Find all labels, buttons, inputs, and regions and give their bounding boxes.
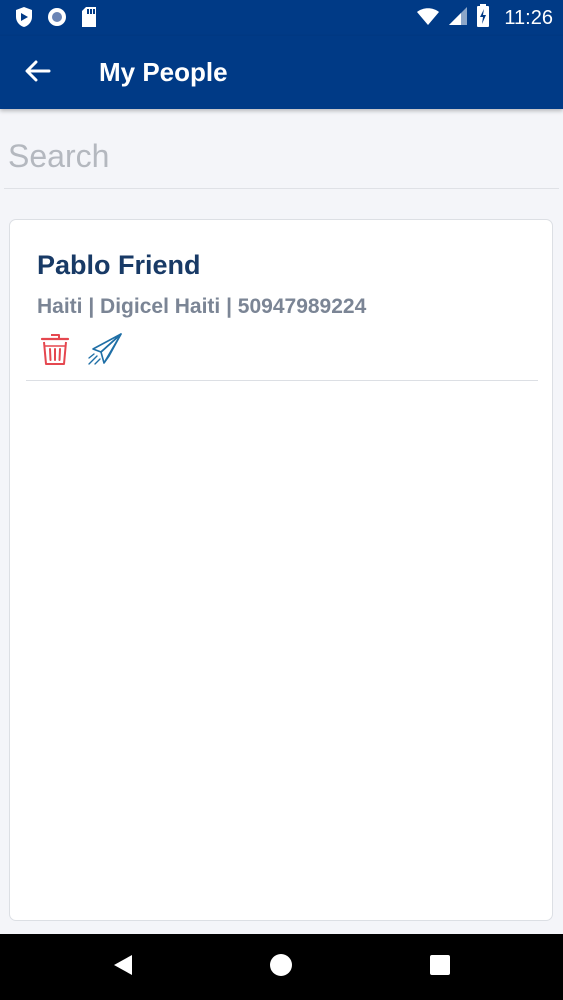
home-circle-icon: [269, 953, 293, 982]
sd-card-icon: [80, 6, 98, 33]
system-nav-bar: [0, 934, 563, 1000]
recents-square-icon: [429, 954, 451, 981]
search-input[interactable]: [8, 132, 548, 180]
delete-button[interactable]: [37, 333, 73, 369]
search-bar: [4, 128, 559, 189]
arrow-left-icon: [25, 60, 51, 87]
send-button[interactable]: [87, 332, 123, 371]
nav-back-button[interactable]: [107, 951, 139, 983]
back-triangle-icon: [112, 953, 134, 982]
nav-home-button[interactable]: [265, 951, 297, 983]
app-bar: My People: [0, 36, 563, 109]
circle-notification-icon: [46, 6, 68, 33]
person-details: Haiti | Digicel Haiti | 50947989224: [37, 295, 367, 318]
trash-icon: [40, 332, 70, 371]
status-bar: 11:26: [0, 0, 563, 36]
person-name: Pablo Friend: [37, 250, 201, 280]
status-left-icons: [14, 6, 98, 33]
battery-charging-icon: [476, 4, 490, 33]
page-title: My People: [99, 57, 228, 87]
status-right-icons: 11:26: [416, 4, 553, 33]
signal-icon: [448, 6, 468, 31]
nav-recents-button[interactable]: [424, 951, 456, 983]
status-time: 11:26: [504, 7, 553, 29]
person-actions: [37, 332, 123, 371]
shield-notification-icon: [14, 6, 34, 33]
wifi-icon: [416, 6, 440, 31]
people-list-card: Pablo Friend Haiti | Digicel Haiti | 509…: [9, 219, 553, 921]
back-button[interactable]: [18, 55, 58, 91]
paper-plane-icon: [87, 332, 123, 371]
list-item[interactable]: Pablo Friend Haiti | Digicel Haiti | 509…: [26, 220, 538, 381]
